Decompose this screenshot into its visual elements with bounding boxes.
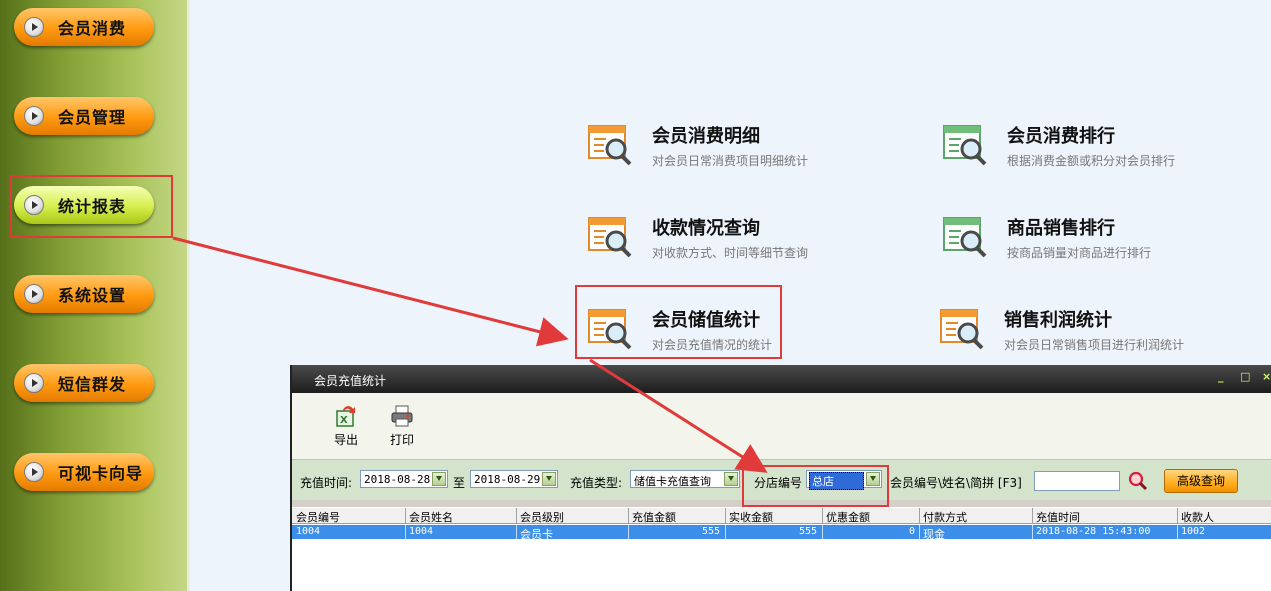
annotation-arrows	[172, 236, 768, 473]
arrow-to-branch-filter	[589, 358, 768, 473]
arrow-to-report	[172, 236, 569, 347]
